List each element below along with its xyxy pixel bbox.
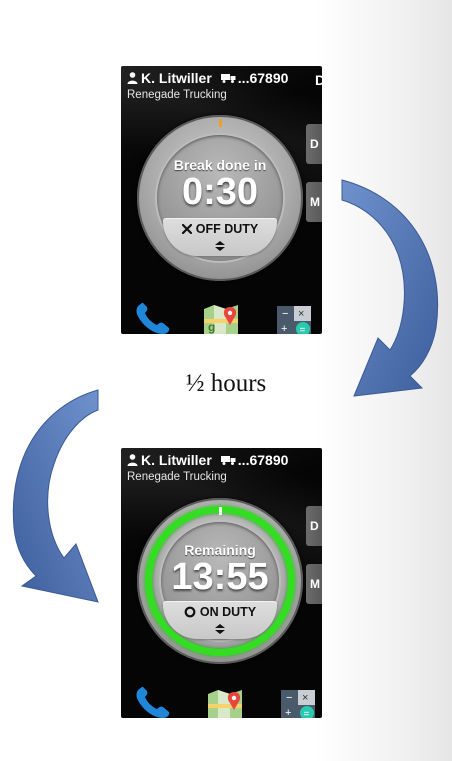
svg-text:×: × [302,692,308,704]
circle-icon [184,606,196,618]
up-down-chevron-icon [215,624,225,634]
truck-icon [220,456,236,465]
vehicle-id[interactable]: ...67890 [238,452,289,468]
side-button-m[interactable]: M [306,182,322,222]
driver-header: K. Litwiller ...67890 Renegade Trucking [127,452,322,483]
curved-arrow-left [12,389,99,603]
driver-name[interactable]: K. Litwiller [141,452,212,468]
dial-time: 13:55 [171,556,269,598]
side-button-m[interactable]: M [306,564,322,604]
driver-name[interactable]: K. Litwiller [141,70,212,86]
side-button-d[interactable]: D [306,506,322,546]
calculator-icon[interactable]: − × + = [281,690,315,718]
truck-icon [220,74,236,83]
maps-icon[interactable]: g [202,303,240,334]
svg-text:+: + [281,323,287,334]
status-toggle[interactable]: ON DUTY [163,601,277,639]
svg-text:=: = [304,709,310,718]
svg-text:=: = [300,325,306,334]
company-name: Renegade Trucking [127,471,227,483]
duration-caption: ½ hours [185,370,267,397]
vehicle-id[interactable]: ...67890 [238,70,289,86]
phone-icon[interactable] [133,686,173,718]
phone-screen-off-duty: K. Litwiller ...67890 Renegade Trucking … [121,66,322,334]
svg-text:−: − [282,308,288,320]
person-icon [127,454,138,466]
phone-icon[interactable] [133,302,173,334]
side-button-d[interactable]: D [306,124,322,164]
calculator-icon[interactable]: − × + = [277,306,311,334]
duty-dial[interactable]: Remaining 13:55 ON DUTY [137,498,303,664]
duty-dial[interactable]: Break done in 0:30 OFF DUTY [137,115,303,281]
x-icon [181,224,192,234]
person-icon [127,72,138,84]
status-label: ON DUTY [199,605,257,619]
svg-text:g: g [208,320,215,334]
dial-marker [218,119,222,127]
svg-text:−: − [286,692,292,704]
dial-marker [218,507,222,515]
clipped-header-letter: D [315,72,322,88]
svg-text:+: + [285,707,291,718]
up-down-chevron-icon [215,241,225,251]
driver-header: K. Litwiller ...67890 Renegade Trucking [127,70,322,101]
dial-time: 0:30 [181,171,259,213]
maps-icon[interactable] [206,688,244,718]
status-toggle[interactable]: OFF DUTY [163,218,277,256]
svg-text:×: × [298,308,304,320]
phone-screen-on-duty: K. Litwiller ...67890 Renegade Trucking … [121,448,322,718]
status-label: OFF DUTY [195,222,259,236]
company-name: Renegade Trucking [127,89,227,101]
